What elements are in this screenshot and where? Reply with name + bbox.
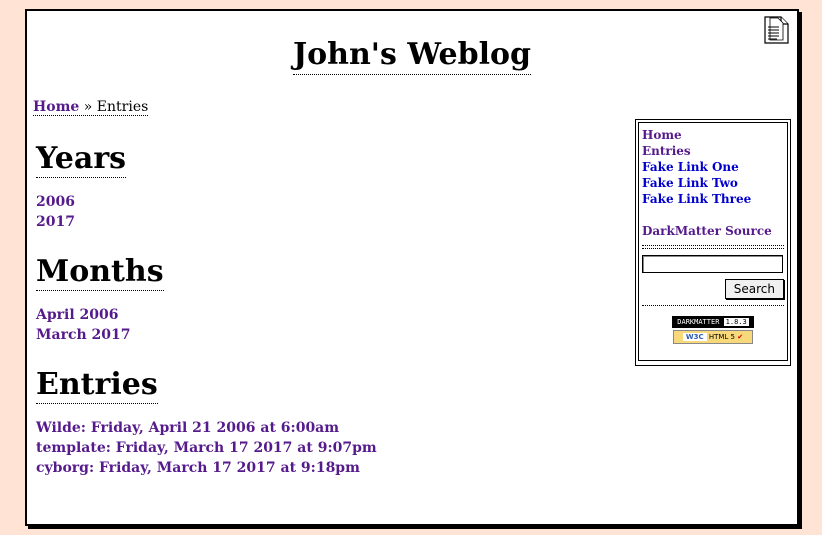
search-input[interactable] <box>642 255 783 273</box>
sidebar-link-fake-one[interactable]: Fake Link One <box>642 160 739 174</box>
entries-heading: Entries <box>36 367 158 404</box>
year-link[interactable]: 2006 <box>36 194 75 210</box>
sidebar-inner: Home Entries Fake Link One Fake Link Two… <box>638 122 788 361</box>
breadcrumb-home-link[interactable]: Home <box>33 99 79 115</box>
entry-link[interactable]: template: Friday, March 17 2017 at 9:07p… <box>36 440 377 456</box>
badges: DARKMATTER 1.8.3 W3C HTML 5 ✔ <box>642 312 784 344</box>
breadcrumb-separator: » <box>83 99 93 115</box>
darkmatter-badge[interactable]: DARKMATTER 1.8.3 <box>672 316 754 328</box>
sidebar-link-source[interactable]: DarkMatter Source <box>642 224 772 238</box>
sidebar-link-entries[interactable]: Entries <box>642 144 691 158</box>
sidebar-link-fake-two[interactable]: Fake Link Two <box>642 176 738 190</box>
main-content: Years 2006 2017 Months April 2006 March … <box>36 141 626 500</box>
entry-link[interactable]: cyborg: Friday, March 17 2017 at 9:18pm <box>36 460 360 476</box>
sidebar: Home Entries Fake Link One Fake Link Two… <box>635 119 791 366</box>
month-link[interactable]: April 2006 <box>36 307 119 323</box>
entry-link[interactable]: Wilde: Friday, April 21 2006 at 6:00am <box>36 420 339 436</box>
breadcrumb-current: Entries <box>96 99 149 115</box>
year-link[interactable]: 2017 <box>36 214 75 230</box>
darkmatter-badge-label: DARKMATTER <box>677 318 720 326</box>
sidebar-link-home[interactable]: Home <box>642 128 682 142</box>
page-title: John's Weblog <box>292 37 532 75</box>
html5-label: HTML 5 <box>708 333 736 341</box>
darkmatter-badge-version: 1.8.3 <box>723 318 749 326</box>
sidebar-divider <box>642 245 784 249</box>
site-title-wrap: John's Weblog <box>27 37 797 75</box>
months-heading: Months <box>36 254 164 291</box>
months-list: April 2006 March 2017 <box>36 305 626 345</box>
checkmark-icon: ✔ <box>737 333 744 341</box>
sidebar-divider <box>642 305 784 306</box>
sidebar-link-fake-three[interactable]: Fake Link Three <box>642 192 751 206</box>
w3c-label: W3C <box>682 333 707 341</box>
breadcrumb: Home » Entries <box>33 99 149 116</box>
page-frame: John's Weblog Home » Entries Years 2006 … <box>25 9 799 526</box>
entries-list: Wilde: Friday, April 21 2006 at 6:00am t… <box>36 418 626 478</box>
years-heading: Years <box>36 141 127 178</box>
years-list: 2006 2017 <box>36 192 626 232</box>
html5-badge[interactable]: W3C HTML 5 ✔ <box>673 330 753 344</box>
month-link[interactable]: March 2017 <box>36 327 131 343</box>
search-button[interactable]: Search <box>724 279 784 299</box>
